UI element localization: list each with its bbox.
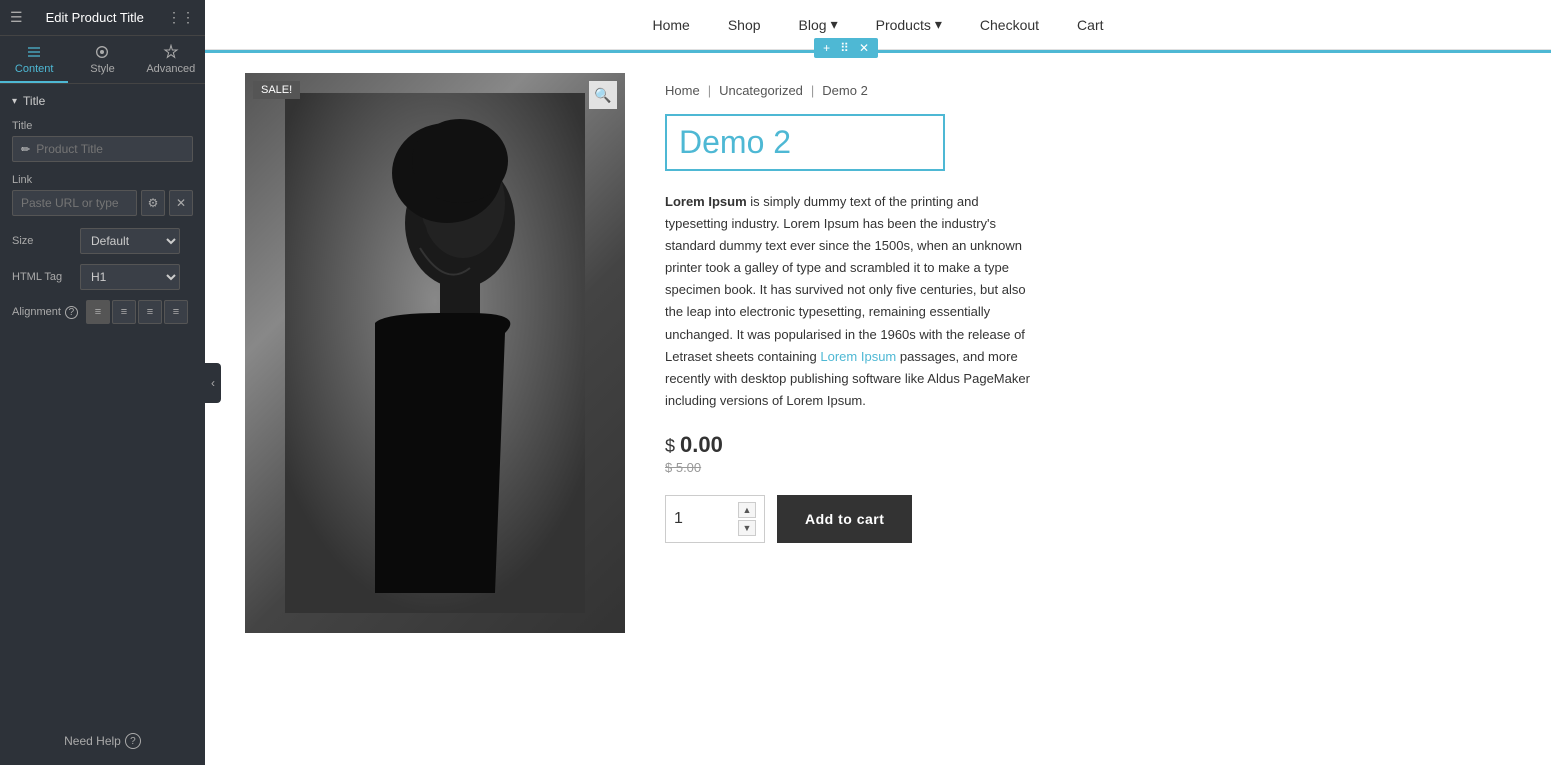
hamburger-icon[interactable]: ☰ bbox=[10, 9, 23, 26]
lorem-link[interactable]: Lorem Ipsum bbox=[820, 349, 896, 364]
qty-decrement-btn[interactable]: ▼ bbox=[738, 520, 756, 536]
link-input[interactable] bbox=[21, 196, 128, 210]
product-image bbox=[245, 73, 625, 633]
product-info-area: Home | Uncategorized | Demo 2 Demo 2 Lor… bbox=[665, 73, 1511, 745]
breadcrumb-home[interactable]: Home bbox=[665, 83, 700, 98]
breadcrumb-sep-2: | bbox=[811, 83, 814, 98]
add-to-cart-button[interactable]: Add to cart bbox=[777, 495, 912, 543]
link-field: Link ⚙ ✕ bbox=[0, 170, 205, 224]
product-image-area: SALE! 🔍 bbox=[245, 73, 625, 745]
align-center-btn[interactable]: ≡ bbox=[112, 300, 136, 324]
sidebar-tabs: Content Style Advanced bbox=[0, 36, 205, 84]
align-justify-btn[interactable]: ≡ bbox=[164, 300, 188, 324]
price-row: $ 0.00 $ 5.00 bbox=[665, 432, 1511, 475]
product-title: Demo 2 bbox=[679, 124, 931, 161]
qty-spinners: ▲ ▼ bbox=[738, 502, 756, 536]
breadcrumb: Home | Uncategorized | Demo 2 bbox=[665, 83, 1511, 98]
tab-content[interactable]: Content bbox=[0, 36, 68, 83]
link-settings-btn[interactable]: ⚙ bbox=[141, 190, 165, 216]
page-content: SALE! 🔍 bbox=[205, 53, 1551, 765]
price-value: 0.00 bbox=[680, 432, 723, 457]
top-nav: Home Shop Blog ▾ Products ▾ Checkout Car… bbox=[205, 0, 1551, 50]
collapse-sidebar-btn[interactable]: ‹ bbox=[205, 363, 221, 403]
description-strong: Lorem Ipsum bbox=[665, 194, 747, 209]
alignment-row: Alignment ? ≡ ≡ ≡ ≡ bbox=[0, 296, 205, 332]
title-field: Title ✏ bbox=[0, 116, 205, 170]
pencil-icon: ✏ bbox=[21, 143, 30, 156]
section-title[interactable]: ▾ Title bbox=[0, 84, 205, 116]
breadcrumb-current: Demo 2 bbox=[822, 83, 868, 98]
section-arrow: ▾ bbox=[12, 96, 17, 107]
link-input-row: ⚙ ✕ bbox=[12, 190, 193, 216]
breadcrumb-category[interactable]: Uncategorized bbox=[719, 83, 803, 98]
link-label: Link bbox=[12, 174, 193, 186]
product-title-box[interactable]: Demo 2 bbox=[665, 114, 945, 171]
nav-checkout[interactable]: Checkout bbox=[976, 17, 1043, 33]
title-input-wrapper: ✏ bbox=[12, 136, 193, 162]
tab-advanced[interactable]: Advanced bbox=[137, 36, 205, 83]
alignment-info-icon: ? bbox=[65, 306, 78, 319]
zoom-icon[interactable]: 🔍 bbox=[589, 81, 617, 109]
tab-style[interactable]: Style bbox=[68, 36, 136, 83]
old-price: $ 5.00 bbox=[665, 460, 1511, 475]
nav-blog[interactable]: Blog ▾ bbox=[795, 16, 842, 33]
title-input[interactable] bbox=[36, 142, 184, 156]
dollar-sign: $ bbox=[665, 436, 680, 456]
nav-cart[interactable]: Cart bbox=[1073, 17, 1107, 33]
size-select[interactable]: Default bbox=[80, 228, 180, 254]
blue-bar: + ⠿ ✕ bbox=[205, 50, 1551, 53]
current-price: $ 0.00 bbox=[665, 432, 1511, 458]
align-left-btn[interactable]: ≡ bbox=[86, 300, 110, 324]
align-right-btn[interactable]: ≡ bbox=[138, 300, 162, 324]
html-tag-label: HTML Tag bbox=[12, 271, 72, 283]
link-input-wrapper bbox=[12, 190, 137, 216]
product-description: Lorem Ipsum is simply dummy text of the … bbox=[665, 191, 1045, 412]
description-text: is simply dummy text of the printing and… bbox=[665, 194, 1030, 408]
main-content: Home Shop Blog ▾ Products ▾ Checkout Car… bbox=[205, 0, 1551, 765]
qty-increment-btn[interactable]: ▲ bbox=[738, 502, 756, 518]
products-dropdown-icon: ▾ bbox=[935, 16, 942, 33]
size-row: Size Default bbox=[0, 224, 205, 260]
bar-close-btn[interactable]: ✕ bbox=[856, 40, 872, 56]
title-label: Title bbox=[12, 120, 193, 132]
align-buttons: ≡ ≡ ≡ ≡ bbox=[86, 300, 188, 324]
breadcrumb-sep-1: | bbox=[708, 83, 711, 98]
add-to-cart-row: 1 ▲ ▼ Add to cart bbox=[665, 495, 1511, 543]
quantity-stepper: 1 ▲ ▼ bbox=[665, 495, 765, 543]
sidebar-header: ☰ Edit Product Title ⋮⋮ bbox=[0, 0, 205, 36]
need-help[interactable]: Need Help ? bbox=[0, 717, 205, 765]
bar-move-btn[interactable]: ⠿ bbox=[837, 40, 852, 56]
help-icon: ? bbox=[125, 733, 141, 749]
nav-shop[interactable]: Shop bbox=[724, 17, 765, 33]
qty-value: 1 bbox=[674, 510, 683, 528]
blog-dropdown-icon: ▾ bbox=[831, 16, 838, 33]
sale-badge: SALE! bbox=[253, 81, 300, 99]
size-label: Size bbox=[12, 235, 72, 247]
bar-plus-btn[interactable]: + bbox=[820, 40, 833, 56]
sidebar-title: Edit Product Title bbox=[46, 10, 144, 25]
link-remove-btn[interactable]: ✕ bbox=[169, 190, 193, 216]
blue-bar-controls: + ⠿ ✕ bbox=[814, 38, 878, 58]
grid-icon[interactable]: ⋮⋮ bbox=[167, 9, 195, 26]
html-tag-select[interactable]: H1 bbox=[80, 264, 180, 290]
html-tag-row: HTML Tag H1 bbox=[0, 260, 205, 296]
nav-products[interactable]: Products ▾ bbox=[872, 16, 946, 33]
alignment-label: Alignment ? bbox=[12, 306, 78, 319]
nav-home[interactable]: Home bbox=[648, 17, 693, 33]
sidebar: ☰ Edit Product Title ⋮⋮ Content Style Ad… bbox=[0, 0, 205, 765]
